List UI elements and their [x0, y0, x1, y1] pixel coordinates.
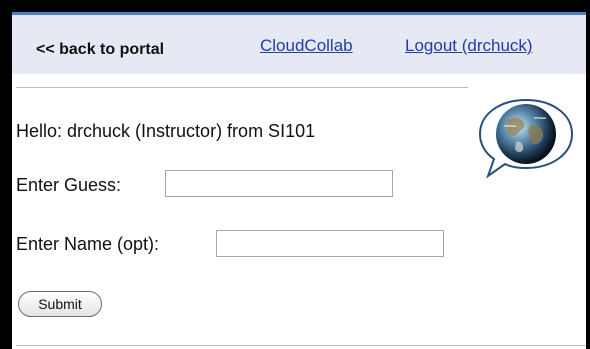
greeting-text: Hello: drchuck (Instructor) from SI101: [16, 121, 316, 141]
globe-speech-bubble-icon: [478, 98, 574, 179]
guess-input[interactable]: [165, 170, 393, 197]
submit-button[interactable]: Submit: [18, 291, 102, 317]
guess-label: Enter Guess:: [16, 175, 122, 195]
top-nav-bar: << back to portal CloudCollab Logout (dr…: [12, 15, 586, 74]
page-frame: << back to portal CloudCollab Logout (dr…: [12, 12, 586, 349]
name-input[interactable]: [216, 230, 444, 257]
bottom-divider: [16, 345, 586, 346]
logout-link[interactable]: Logout (drchuck): [405, 36, 533, 56]
top-divider: [16, 87, 468, 88]
cloudcollab-link[interactable]: CloudCollab: [260, 36, 353, 56]
back-to-portal-link[interactable]: << back to portal: [36, 41, 164, 59]
name-label: Enter Name (opt):: [16, 234, 160, 254]
